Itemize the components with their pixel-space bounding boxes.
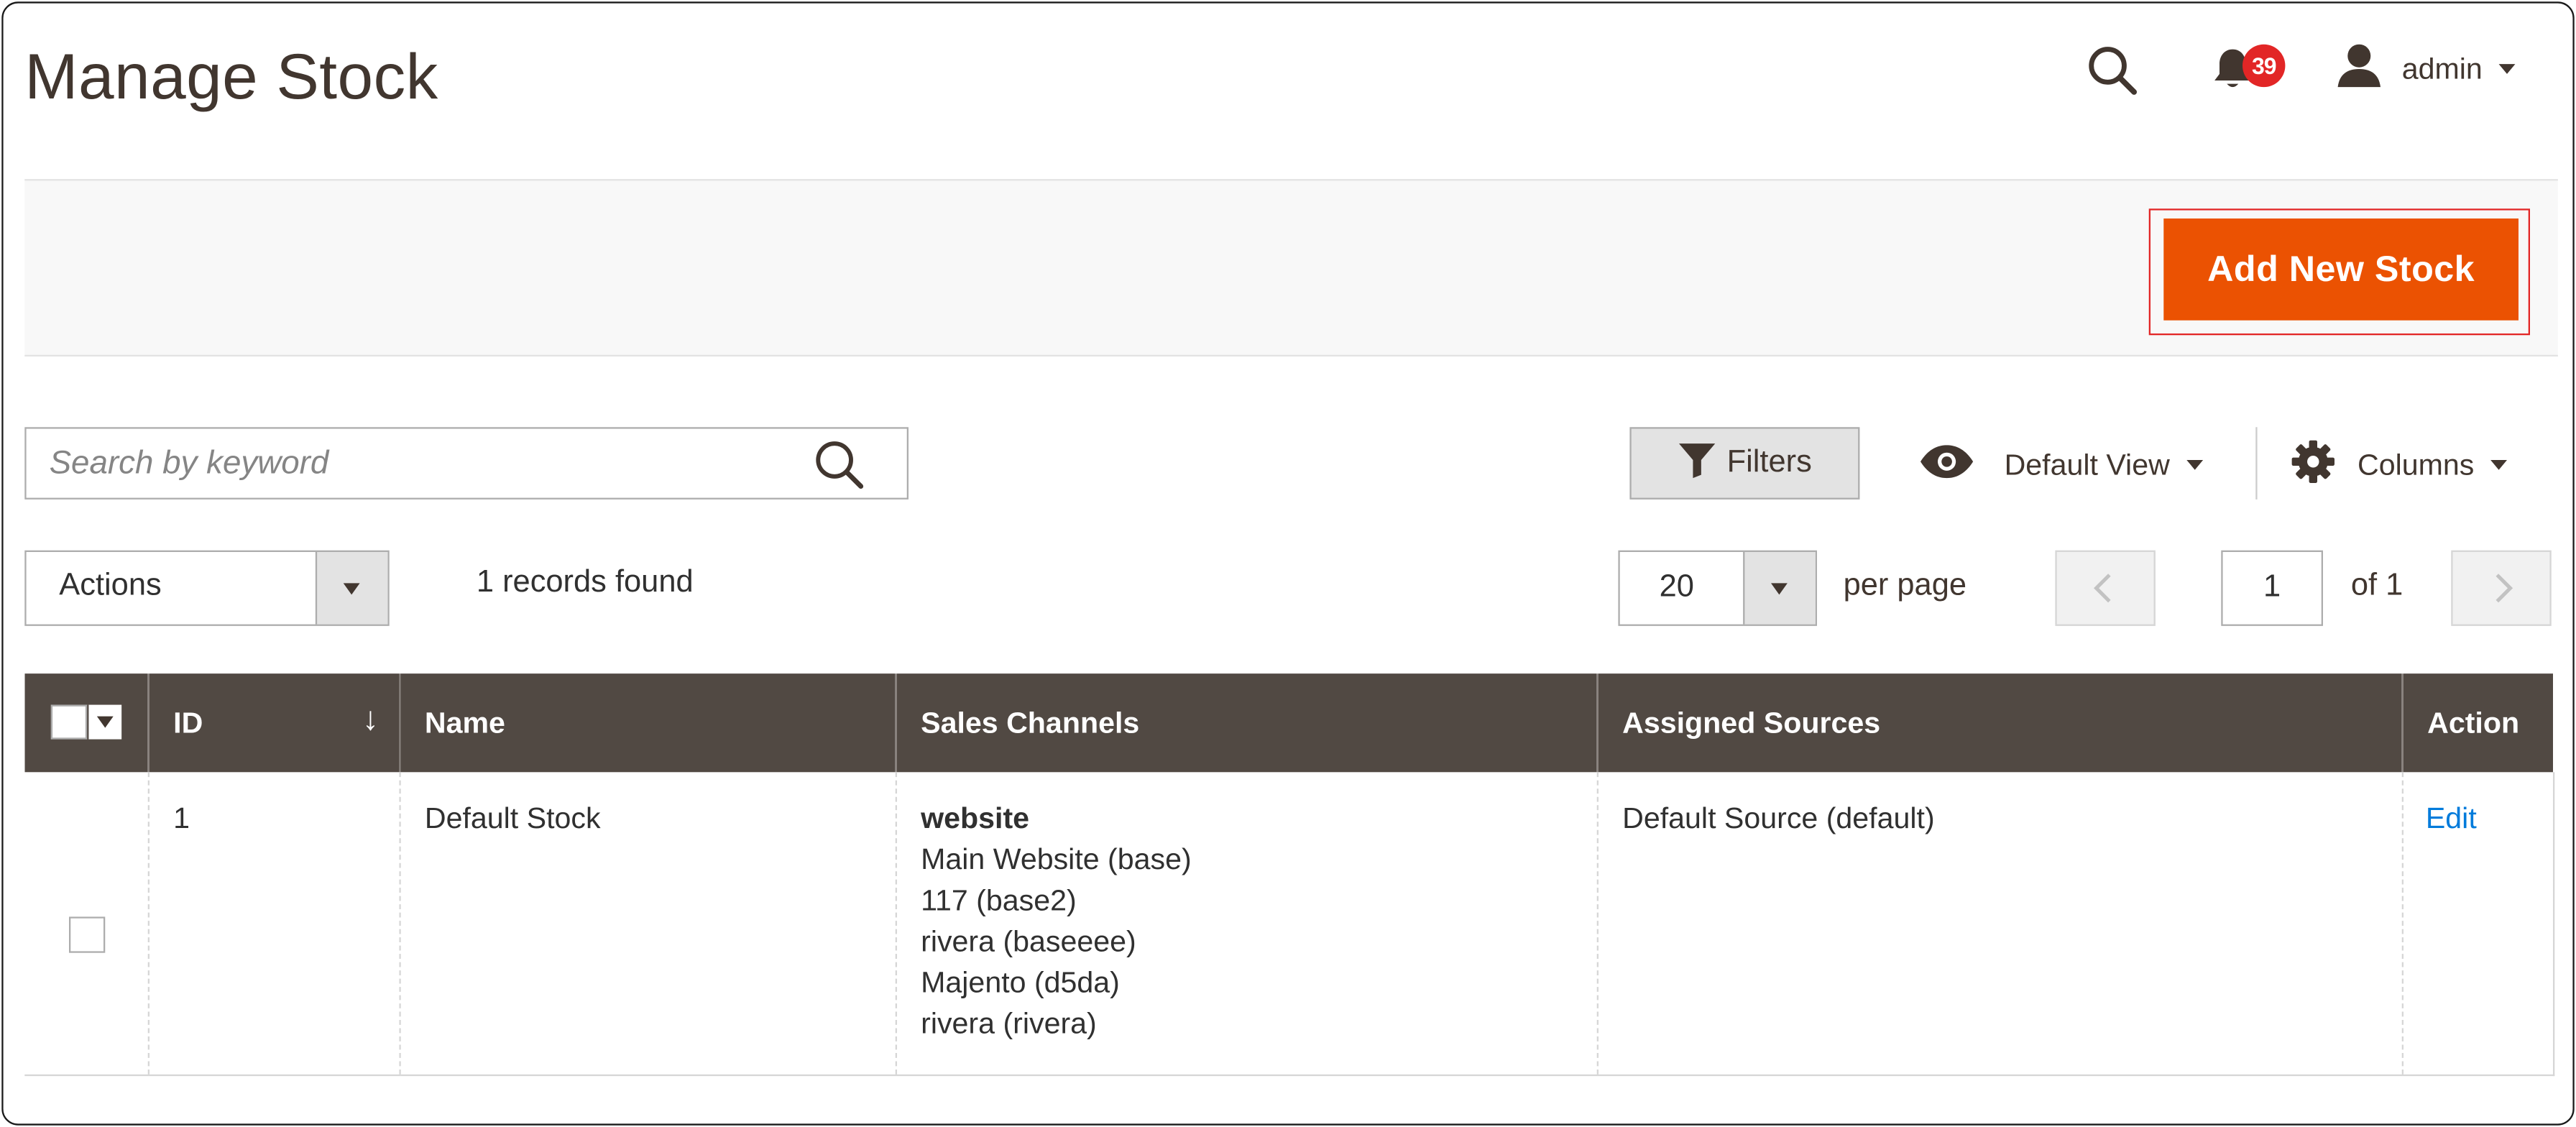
mass-select-dropdown[interactable] — [50, 704, 122, 740]
sales-channel-item: Majento (d5da) — [921, 965, 1120, 999]
cell-id: 1 — [147, 772, 400, 1075]
default-view-dropdown[interactable]: Default View — [1919, 433, 2203, 496]
cell-action: Edit — [2401, 772, 2554, 1075]
select-toggle[interactable] — [315, 551, 388, 625]
stock-grid: ID ↓ Name Sales Channels Assigned Source… — [24, 673, 2554, 1075]
column-header-name[interactable]: Name — [398, 673, 896, 773]
column-header-label: ID — [173, 705, 203, 739]
chevron-down-icon — [2186, 459, 2203, 470]
row-select-cell — [24, 772, 148, 1075]
chevron-left-icon — [2094, 574, 2111, 603]
chevron-down-icon — [2498, 64, 2516, 74]
chevron-down-icon — [343, 583, 360, 595]
user-icon — [2336, 42, 2382, 96]
cell-assigned-sources: Default Source (default) — [1596, 772, 2402, 1075]
edit-link[interactable]: Edit — [2403, 801, 2477, 834]
sales-channel-item: rivera (baseeee) — [921, 924, 1136, 958]
gear-icon — [2291, 439, 2334, 490]
records-count: 1 records found — [476, 565, 694, 600]
column-header-label: Assigned Sources — [1622, 705, 1881, 739]
column-header-label: Action — [2427, 705, 2520, 739]
next-page-button[interactable] — [2451, 550, 2552, 626]
per-page-value: 20 — [1659, 570, 1694, 605]
notifications-badge[interactable]: 39 — [2242, 44, 2286, 88]
previous-page-button[interactable] — [2055, 550, 2156, 626]
grid-header-row: ID ↓ Name Sales Channels Assigned Source… — [24, 673, 2553, 773]
actions-label: Actions — [59, 568, 162, 603]
mass-select-toggle[interactable] — [87, 704, 122, 740]
cell-name: Default Stock — [398, 772, 896, 1075]
per-page-select[interactable]: 20 — [1618, 550, 1817, 626]
sales-channel-item: rivera (rivera) — [921, 1007, 1097, 1040]
column-header-action: Action — [2401, 673, 2553, 773]
filters-label: Filters — [1726, 445, 1812, 480]
filters-button[interactable]: Filters — [1629, 427, 1860, 500]
admin-page: Manage Stock 39 admin Add New Stock Sear… — [1, 1, 2575, 1126]
total-pages: of 1 — [2350, 568, 2404, 603]
global-search-icon[interactable] — [2085, 42, 2141, 98]
chevron-down-icon — [2490, 459, 2508, 470]
funnel-icon — [1678, 439, 1717, 487]
columns-label: Columns — [2357, 447, 2475, 481]
chevron-down-icon — [96, 716, 114, 728]
column-header-assigned-sources[interactable]: Assigned Sources — [1596, 673, 2402, 773]
per-page-label: per page — [1843, 568, 1967, 603]
chevron-right-icon — [2496, 574, 2513, 603]
mass-select-header — [24, 673, 148, 773]
mass-select-checkbox[interactable] — [50, 704, 88, 740]
table-row: 1 Default Stock website Main Website (ba… — [24, 772, 2554, 1075]
sales-channel-item: 117 (base2) — [921, 883, 1077, 917]
user-menu[interactable]: admin — [2336, 42, 2516, 96]
sales-channel-item: Main Website (base) — [921, 842, 1192, 876]
sort-arrow-icon: ↓ — [362, 701, 379, 738]
toolbar-divider — [2255, 427, 2258, 500]
mass-actions-select[interactable]: Actions — [24, 550, 390, 626]
user-name: admin — [2401, 51, 2483, 85]
chevron-down-icon — [1770, 583, 1788, 595]
eye-icon — [1919, 443, 1975, 487]
view-label: Default View — [2004, 447, 2170, 481]
select-toggle[interactable] — [1743, 551, 1816, 625]
column-header-id[interactable]: ID ↓ — [147, 673, 400, 773]
column-header-label: Name — [424, 705, 505, 739]
cell-sales-channels: website Main Website (base) 117 (base2) … — [894, 772, 1597, 1075]
keyword-search — [24, 427, 908, 500]
search-icon[interactable] — [811, 437, 868, 493]
column-header-sales-channels[interactable]: Sales Channels — [894, 673, 1597, 773]
current-page-input[interactable] — [2221, 550, 2323, 626]
search-input[interactable] — [49, 428, 805, 498]
columns-dropdown[interactable]: Columns — [2291, 433, 2508, 496]
row-checkbox[interactable] — [68, 916, 106, 953]
page-title: Manage Stock — [24, 42, 438, 114]
column-header-label: Sales Channels — [921, 705, 1140, 739]
sales-channel-type: website — [921, 801, 1030, 835]
add-new-stock-button[interactable]: Add New Stock — [2163, 218, 2518, 321]
